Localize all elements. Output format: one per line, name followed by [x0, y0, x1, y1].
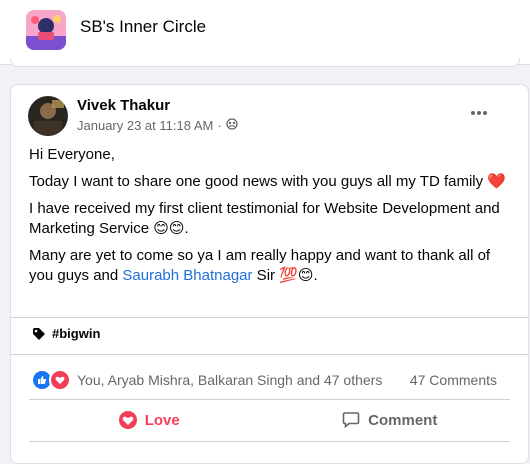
hashtag-label[interactable]: #bigwin — [52, 326, 100, 341]
post-text: I have received my first client testimon… — [29, 200, 500, 237]
mention-link[interactable]: Saurabh Bhatnagar — [122, 267, 252, 284]
love-reaction-icon — [49, 369, 71, 391]
comment-label: Comment — [368, 411, 438, 429]
love-icon — [118, 411, 137, 429]
post-timestamp[interactable]: January 23 at 11:18 AM — [77, 118, 213, 133]
reactors-summary[interactable]: You, Aryab Mishra, Balkaran Singh and 47… — [77, 372, 382, 388]
group-title[interactable]: SB's Inner Circle — [80, 17, 206, 37]
post-card: Vivek Thakur January 23 at 11:18 AM · Hi… — [10, 84, 529, 464]
post-actions: Love Comment — [29, 403, 510, 437]
love-button[interactable]: Love — [29, 403, 270, 437]
hundred-emoji: 💯😊. — [279, 267, 318, 284]
post-paragraph: I have received my first client testimon… — [29, 199, 509, 239]
group-header: SB's Inner Circle — [0, 0, 530, 65]
tag-icon — [33, 327, 45, 340]
more-options-button[interactable] — [466, 103, 492, 123]
author-avatar[interactable] — [28, 96, 68, 136]
reactions-summary: You, Aryab Mishra, Balkaran Singh and 47… — [31, 369, 497, 391]
divider — [29, 441, 510, 442]
previous-card-edge — [10, 58, 520, 67]
post-text: Today I want to share one good news with… — [29, 173, 484, 190]
divider — [11, 354, 528, 355]
post-paragraph: Today I want to share one good news with… — [29, 172, 509, 192]
more-dots-icon — [471, 111, 487, 115]
reaction-icons[interactable] — [31, 369, 71, 391]
meta-separator: · — [217, 118, 222, 133]
post-meta: January 23 at 11:18 AM · — [77, 118, 238, 133]
divider — [29, 399, 510, 400]
group-audience-icon — [226, 118, 238, 133]
post-paragraph: Many are yet to come so ya I am really h… — [29, 246, 509, 286]
hashtag-row[interactable]: #bigwin — [32, 326, 100, 341]
post-body: Hi Everyone, Today I want to share one g… — [29, 145, 509, 293]
comment-button[interactable]: Comment — [270, 403, 511, 437]
author-name[interactable]: Vivek Thakur — [77, 97, 170, 114]
love-label: Love — [144, 411, 180, 429]
divider — [11, 317, 528, 318]
comments-count[interactable]: 47 Comments — [410, 372, 497, 388]
post-text: Sir — [252, 267, 280, 284]
heart-emoji: ❤️ — [487, 173, 506, 190]
group-avatar[interactable] — [26, 10, 66, 50]
post-text: Hi Everyone, — [29, 146, 115, 163]
smile-emoji: 😊😊. — [153, 220, 189, 237]
post-paragraph: Hi Everyone, — [29, 145, 509, 165]
comment-icon — [342, 412, 360, 429]
